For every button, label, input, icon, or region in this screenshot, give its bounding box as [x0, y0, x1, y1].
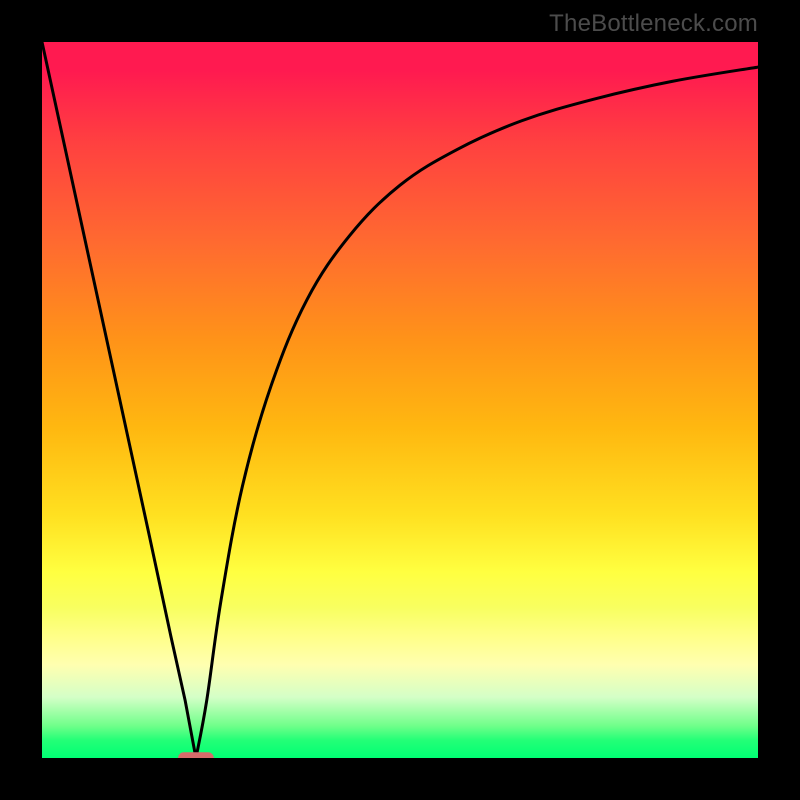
chart-frame: TheBottleneck.com — [0, 0, 800, 800]
minimum-marker — [42, 42, 758, 758]
plot-area — [42, 42, 758, 758]
attribution-text: TheBottleneck.com — [549, 10, 758, 38]
